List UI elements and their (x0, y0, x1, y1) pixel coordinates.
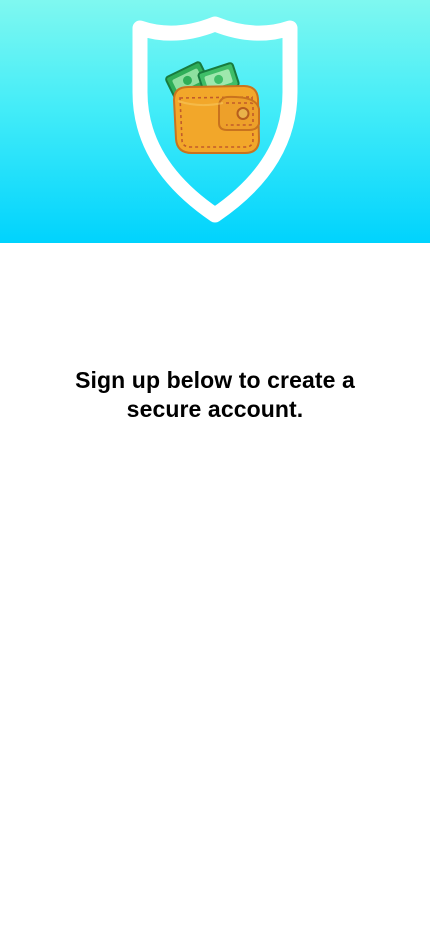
signup-screen: Sign up below to create a secure account… (0, 0, 430, 932)
signup-headline: Sign up below to create a secure account… (75, 367, 355, 422)
wallet-icon (172, 84, 261, 154)
hero-banner (0, 0, 430, 243)
security-illustration (132, 16, 298, 223)
